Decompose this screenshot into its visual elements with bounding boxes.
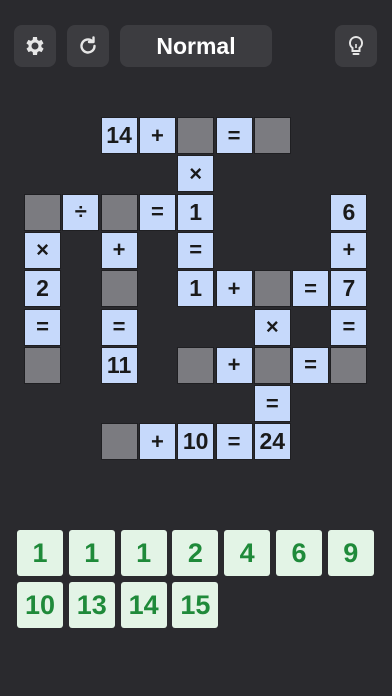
operator-cell: = [24,308,61,346]
operator-cell: = [100,308,138,346]
refresh-icon [80,36,96,54]
number-tile[interactable]: 2 [172,530,219,576]
operator-cell: = [330,308,368,346]
difficulty-label[interactable]: Normal [120,25,272,67]
number-tile[interactable]: 1 [68,530,115,576]
operator-cell: × [24,231,61,269]
number-tile[interactable]: 1 [120,530,167,576]
operator-cell: = [292,270,330,308]
lightbulb-icon [348,35,364,55]
settings-button[interactable] [14,25,56,67]
number-tile[interactable]: 10 [17,582,63,628]
gear-icon [26,37,44,55]
operator-cell: + [330,231,368,269]
empty-cell[interactable] [330,346,368,384]
number-cell: 1 [177,193,215,231]
number-cell: 2 [24,270,61,308]
number-cell: 11 [100,346,138,384]
operator-cell: + [215,270,253,308]
number-tile[interactable]: 4 [224,530,271,576]
operator-cell: = [215,117,253,154]
number-tile[interactable]: 1 [17,530,63,576]
number-tile[interactable]: 9 [327,530,374,576]
operator-cell: = [215,423,253,461]
number-cell: 1 [177,270,215,308]
operator-cell: + [215,346,253,384]
empty-cell[interactable] [177,346,215,384]
empty-cell[interactable] [100,270,138,308]
empty-cell[interactable] [24,193,61,231]
empty-cell[interactable] [177,117,215,154]
number-tile[interactable]: 15 [172,582,219,628]
number-tile[interactable]: 6 [276,530,322,576]
number-cell: 7 [330,270,368,308]
operator-cell: = [253,385,291,423]
number-cell: 10 [177,423,215,461]
empty-cell[interactable] [253,346,291,384]
number-cell: 24 [253,423,291,461]
operator-cell: × [253,308,291,346]
empty-cell[interactable] [100,423,138,461]
operator-cell: + [100,231,138,269]
empty-cell[interactable] [253,117,291,154]
empty-cell[interactable] [100,193,138,231]
restart-button[interactable] [67,25,109,67]
number-cell: 6 [330,193,368,231]
empty-cell[interactable] [24,346,61,384]
number-tile[interactable]: 13 [68,582,115,628]
operator-cell: × [177,155,215,193]
operator-cell: = [292,346,330,384]
operator-cell: + [138,117,176,154]
empty-cell[interactable] [253,270,291,308]
hint-button[interactable] [335,25,377,67]
operator-cell: = [138,193,176,231]
number-cell: 14 [100,117,138,154]
operator-cell: = [177,231,215,269]
number-tile[interactable]: 14 [120,582,167,628]
operator-cell: ÷ [62,193,100,231]
operator-cell: + [138,423,176,461]
